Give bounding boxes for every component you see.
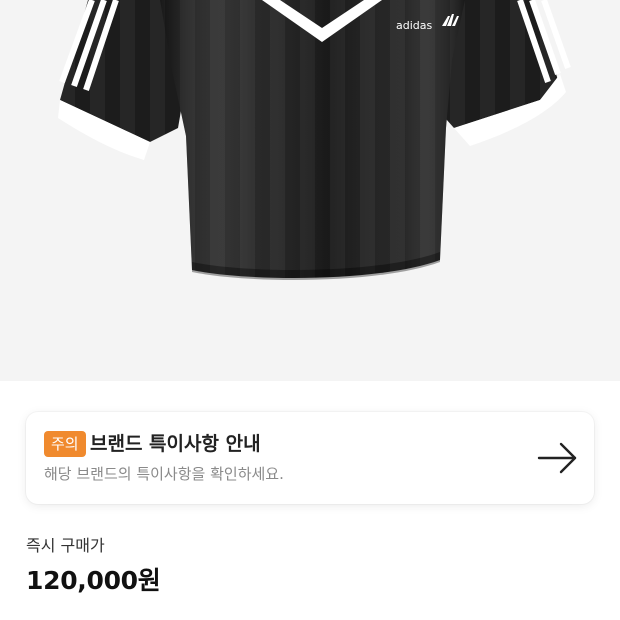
brand-notice-card[interactable]: 주의 브랜드 특이사항 안내 해당 브랜드의 특이사항을 확인하세요. <box>26 412 594 504</box>
jersey-illustration: adidas <box>58 0 571 281</box>
svg-text:adidas: adidas <box>396 19 433 32</box>
jersey-body <box>160 0 465 281</box>
instant-buy-price-label: 즉시 구매가 <box>26 536 105 555</box>
product-detail-page: adidas 주의 브랜드 특이사항 안내 해당 브랜드의 특이사항을 확인하세… <box>0 0 620 620</box>
notice-title: 브랜드 특이사항 안내 <box>90 433 261 455</box>
instant-buy-price: 120,000원 <box>26 566 161 595</box>
arrow-right-icon[interactable] <box>537 441 579 475</box>
product-image[interactable]: adidas <box>0 0 620 381</box>
caution-badge: 주의 <box>44 431 86 457</box>
notice-description: 해당 브랜드의 특이사항을 확인하세요. <box>44 465 284 483</box>
